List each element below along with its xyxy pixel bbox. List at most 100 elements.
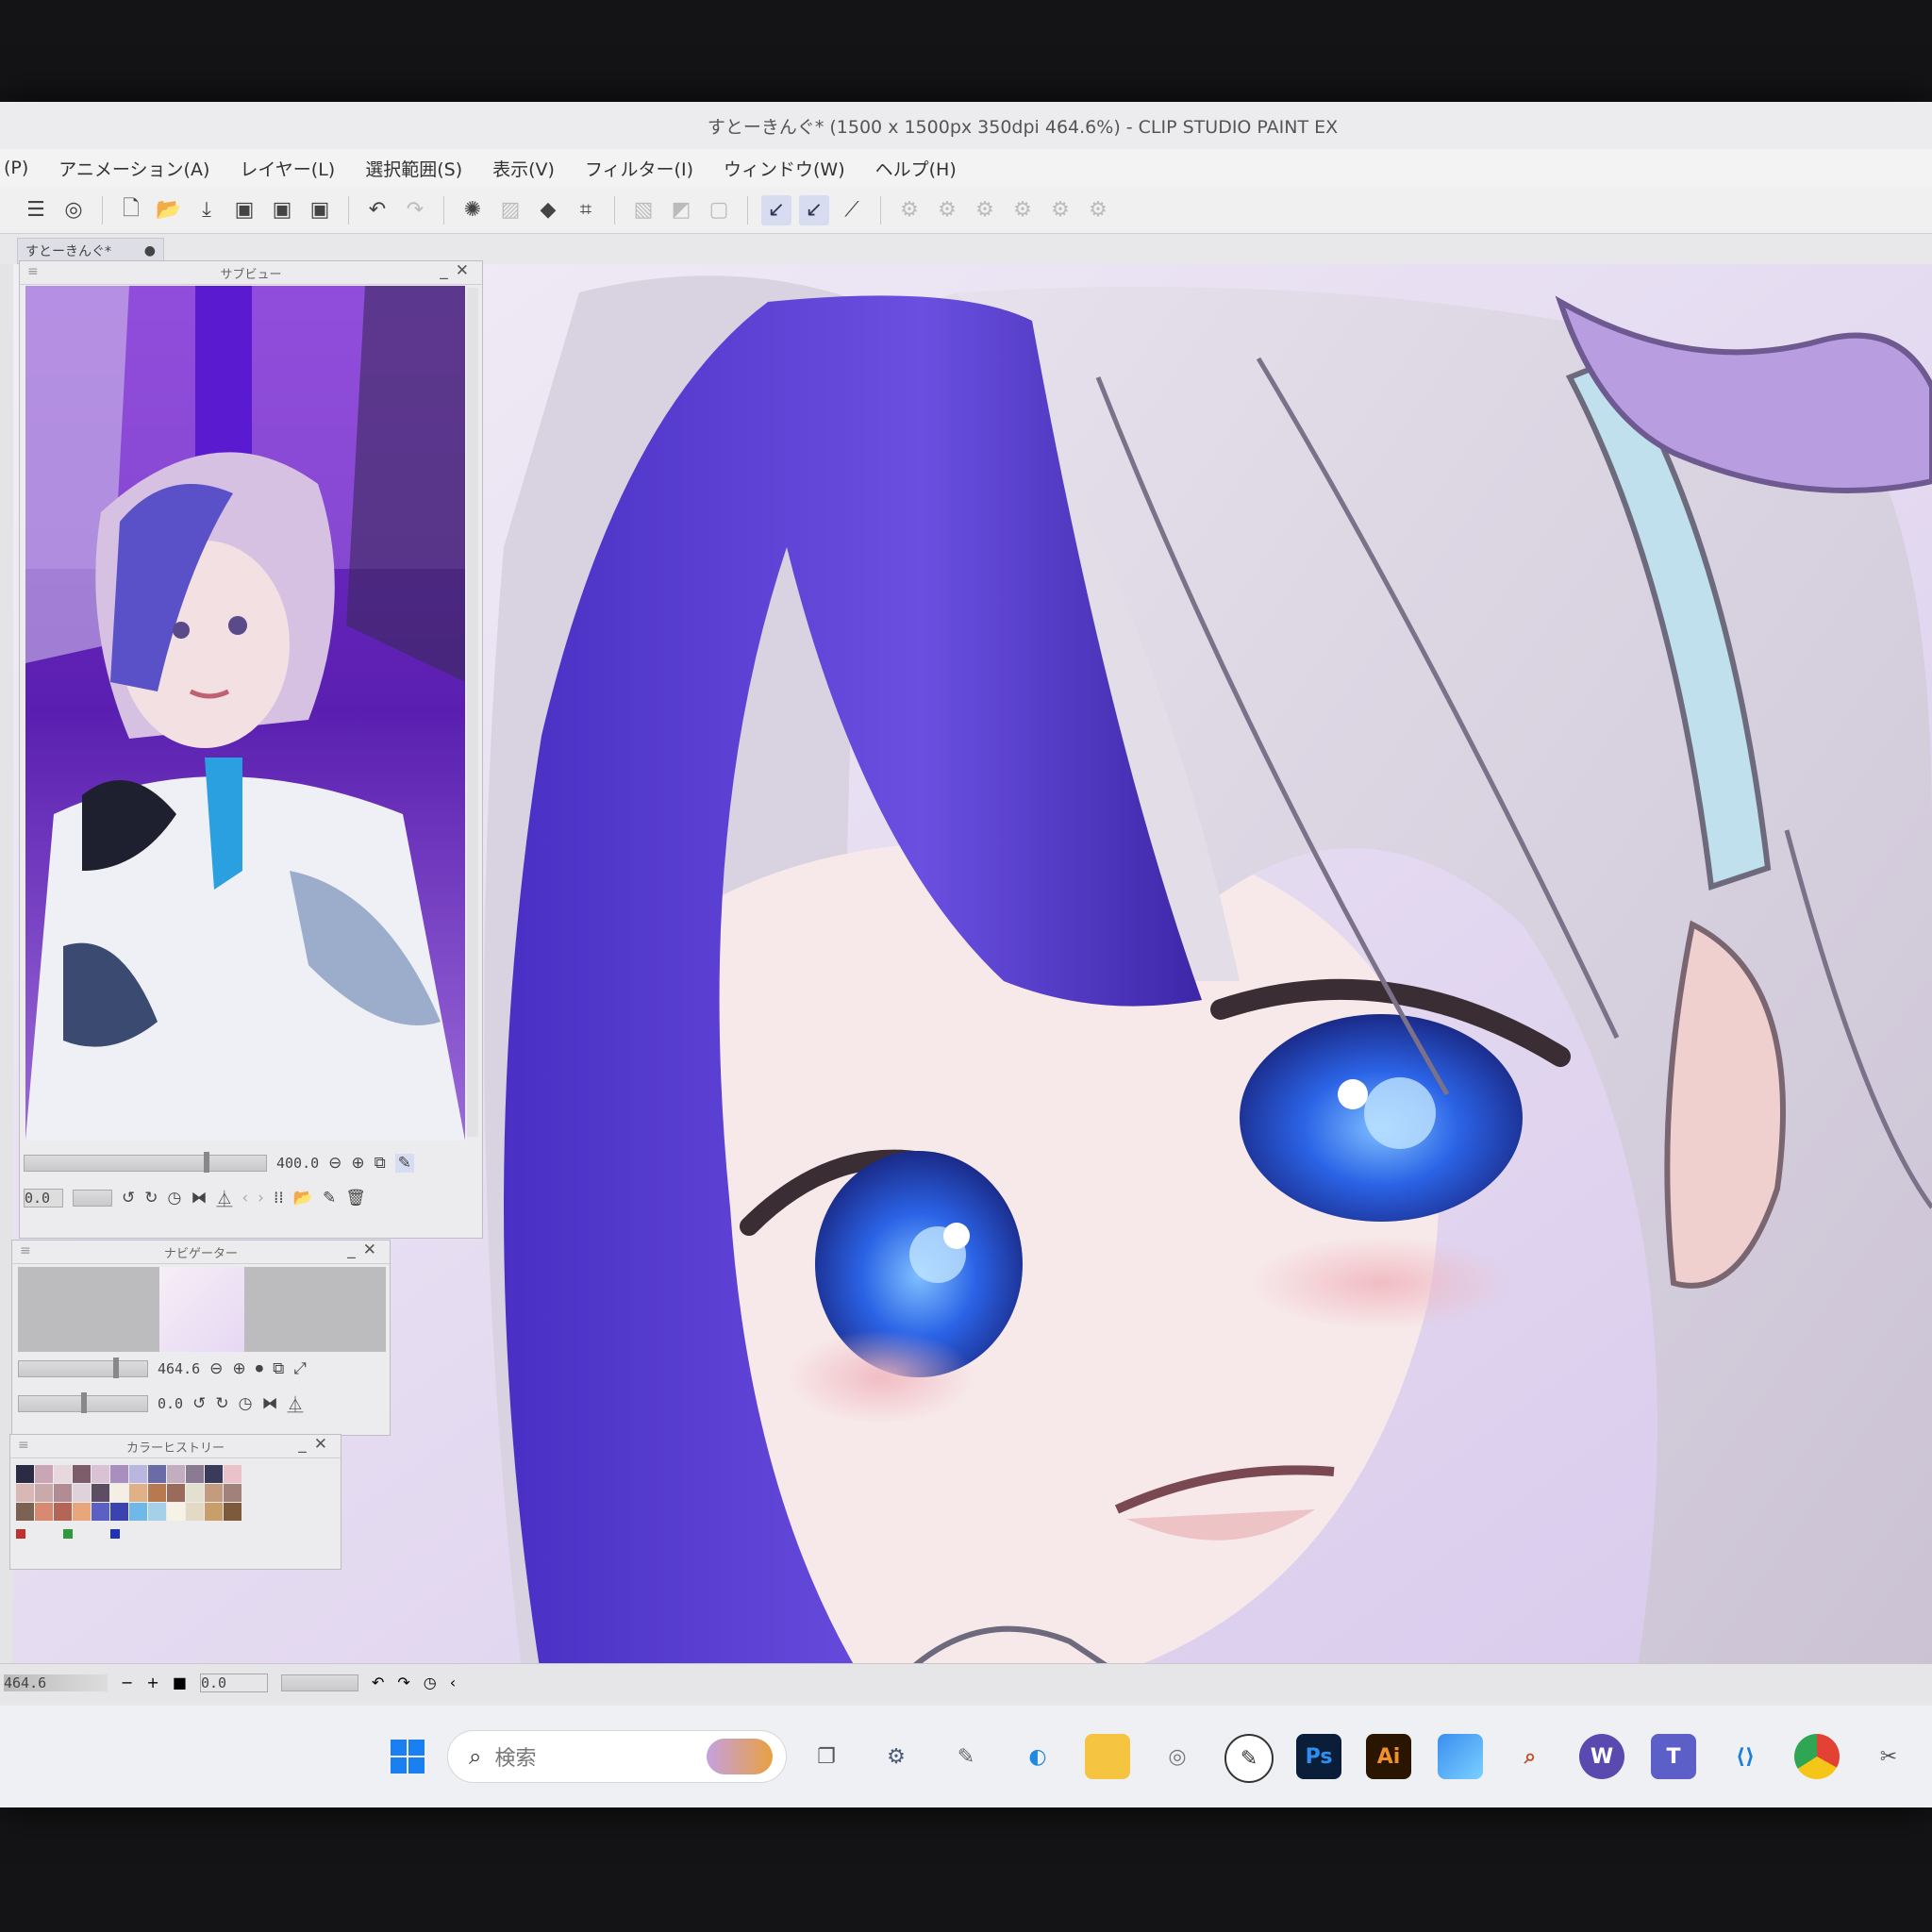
color-swatch[interactable]	[92, 1503, 109, 1521]
image-grid-icon[interactable]: ⁞⁞	[274, 1189, 284, 1208]
teams-icon[interactable]: T	[1651, 1734, 1696, 1779]
fit-icon[interactable]: ⧉	[375, 1154, 386, 1173]
color-swatch[interactable]	[148, 1503, 166, 1521]
menu-icon[interactable]: ☰	[21, 195, 51, 225]
subview-reference-image[interactable]	[25, 286, 465, 1141]
task-view-icon[interactable]: ❐	[804, 1734, 849, 1779]
menu-item-window[interactable]: ウィンドウ(W)	[724, 156, 845, 181]
rotate-right-icon[interactable]: ↷	[397, 1674, 409, 1691]
transform-icon[interactable]: ⌗	[571, 195, 601, 225]
invert-selection-icon[interactable]: ◩	[666, 195, 696, 225]
rotate-left-icon[interactable]: ↶	[372, 1674, 384, 1691]
clear-icon[interactable]: ✺	[458, 195, 488, 225]
flip-horizontal-icon[interactable]: ⧓	[261, 1394, 277, 1413]
color-mini-swatch[interactable]	[110, 1529, 120, 1539]
fit-window-icon[interactable]: ⤢	[293, 1359, 307, 1378]
menu-item-animation[interactable]: アニメーション(A)	[58, 156, 209, 181]
color-swatch[interactable]	[110, 1484, 128, 1502]
file-explorer-icon[interactable]	[1085, 1734, 1130, 1779]
photos-icon[interactable]	[1438, 1734, 1483, 1779]
color-swatch[interactable]	[148, 1484, 166, 1502]
edit-image-icon[interactable]: ✎	[323, 1189, 336, 1208]
panel-minimize-close-icon[interactable]: _✕	[298, 1435, 335, 1454]
navigator-titlebar[interactable]: ≡ ナビゲーター _✕	[12, 1241, 390, 1264]
color-swatch[interactable]	[167, 1465, 185, 1483]
snap-grid-icon[interactable]: ⟋	[837, 195, 867, 225]
color-swatch[interactable]	[16, 1503, 34, 1521]
color-swatch[interactable]	[35, 1465, 53, 1483]
previous-image-icon[interactable]: ‹	[242, 1189, 248, 1208]
undo-icon[interactable]: ↶	[362, 195, 392, 225]
sync-icon-3[interactable]: ⚙	[970, 195, 1000, 225]
chrome-icon[interactable]	[1794, 1734, 1840, 1779]
import-image-icon[interactable]: 📂	[293, 1189, 313, 1208]
color-swatch[interactable]	[110, 1503, 128, 1521]
color-swatch[interactable]	[35, 1484, 53, 1502]
color-swatch[interactable]	[16, 1465, 34, 1483]
taskbar-search-box[interactable]: ⌕ 検索	[447, 1730, 787, 1783]
next-image-icon[interactable]: ›	[258, 1189, 264, 1208]
snap-special-ruler-icon[interactable]: ↙	[799, 194, 829, 225]
flip-vertical-icon[interactable]: ⏅	[287, 1391, 303, 1415]
panel-grip-icon[interactable]: ≡	[20, 1243, 31, 1258]
menu-item-filter[interactable]: フィルター(I)	[585, 156, 693, 181]
edge-icon[interactable]: ◐	[1015, 1734, 1060, 1779]
zoom-out-icon[interactable]: −	[121, 1674, 133, 1691]
pen-app-icon[interactable]: ✎	[943, 1734, 989, 1779]
color-swatch[interactable]	[110, 1465, 128, 1483]
color-swatch[interactable]	[92, 1465, 109, 1483]
export-psd-icon[interactable]: ▣	[305, 195, 335, 225]
fit-icon[interactable]: ■	[173, 1674, 187, 1691]
illustrator-icon[interactable]: Ai	[1366, 1734, 1411, 1779]
eyedropper-icon[interactable]: ✎	[394, 1154, 415, 1173]
show-selection-icon[interactable]: ▢	[704, 195, 734, 225]
color-history-titlebar[interactable]: ≡ カラーヒストリー _✕	[10, 1435, 341, 1458]
save-icon[interactable]: ⤓	[192, 195, 222, 225]
color-swatch[interactable]	[129, 1465, 147, 1483]
color-swatch[interactable]	[73, 1503, 91, 1521]
deselect-icon[interactable]: ▧	[628, 195, 658, 225]
zoom-in-icon[interactable]: ⊕	[232, 1359, 245, 1378]
color-swatch[interactable]	[167, 1484, 185, 1502]
menu-item-help[interactable]: ヘルプ(H)	[875, 156, 957, 181]
navigator-rotate-slider[interactable]	[18, 1391, 148, 1413]
clip-studio-paint-icon[interactable]: ✎	[1224, 1734, 1274, 1783]
menu-item-page[interactable]: (P)	[4, 158, 28, 178]
color-mini-swatch[interactable]	[16, 1529, 25, 1539]
color-swatch[interactable]	[224, 1484, 242, 1502]
subview-zoom-slider[interactable]	[24, 1152, 267, 1173]
snipping-tool-icon[interactable]: ✂	[1866, 1734, 1911, 1779]
export-jpg-icon[interactable]: ▣	[229, 195, 259, 225]
sync-icon-4[interactable]: ⚙	[1008, 195, 1038, 225]
reset-rotate-icon[interactable]: ◷	[424, 1674, 437, 1691]
zoom-in-icon[interactable]: ⊕	[351, 1154, 364, 1173]
rotate-right-icon[interactable]: ↻	[215, 1394, 228, 1413]
color-mini-swatch[interactable]	[63, 1529, 73, 1539]
color-swatch[interactable]	[186, 1484, 204, 1502]
flip-vertical-icon[interactable]: ⏅	[216, 1186, 232, 1209]
reset-rotate-icon[interactable]: ◷	[168, 1189, 182, 1208]
zoom-out-icon[interactable]: ⊖	[328, 1154, 341, 1173]
color-swatch[interactable]	[224, 1503, 242, 1521]
navigator-thumbnail[interactable]	[159, 1267, 244, 1352]
navigator-zoom-slider[interactable]	[18, 1357, 148, 1378]
menu-item-layer[interactable]: レイヤー(L)	[240, 156, 335, 181]
clear-outside-icon[interactable]: ▨	[495, 195, 525, 225]
color-swatch[interactable]	[129, 1484, 147, 1502]
screenshot-icon[interactable]: ⌕	[1507, 1734, 1553, 1779]
status-rotate-slider[interactable]	[280, 1674, 358, 1691]
export-png-icon[interactable]: ▣	[267, 195, 297, 225]
flip-horizontal-icon[interactable]: ⧓	[191, 1189, 207, 1208]
delete-image-icon[interactable]: 🗑	[345, 1189, 366, 1208]
rotate-right-icon[interactable]: ↻	[144, 1189, 158, 1208]
fit-icon[interactable]: ⧉	[273, 1359, 284, 1378]
open-folder-icon[interactable]: 📂	[154, 195, 184, 225]
navigator-preview-area[interactable]	[18, 1267, 386, 1352]
color-swatch[interactable]	[167, 1503, 185, 1521]
color-swatch[interactable]	[92, 1484, 109, 1502]
subview-titlebar[interactable]: ≡ サブビュー _✕	[20, 261, 482, 285]
color-swatch[interactable]	[205, 1484, 223, 1502]
color-swatch[interactable]	[205, 1503, 223, 1521]
subview-vertical-scrollbar[interactable]	[467, 288, 478, 1137]
panel-minimize-close-icon[interactable]: _✕	[347, 1241, 384, 1259]
